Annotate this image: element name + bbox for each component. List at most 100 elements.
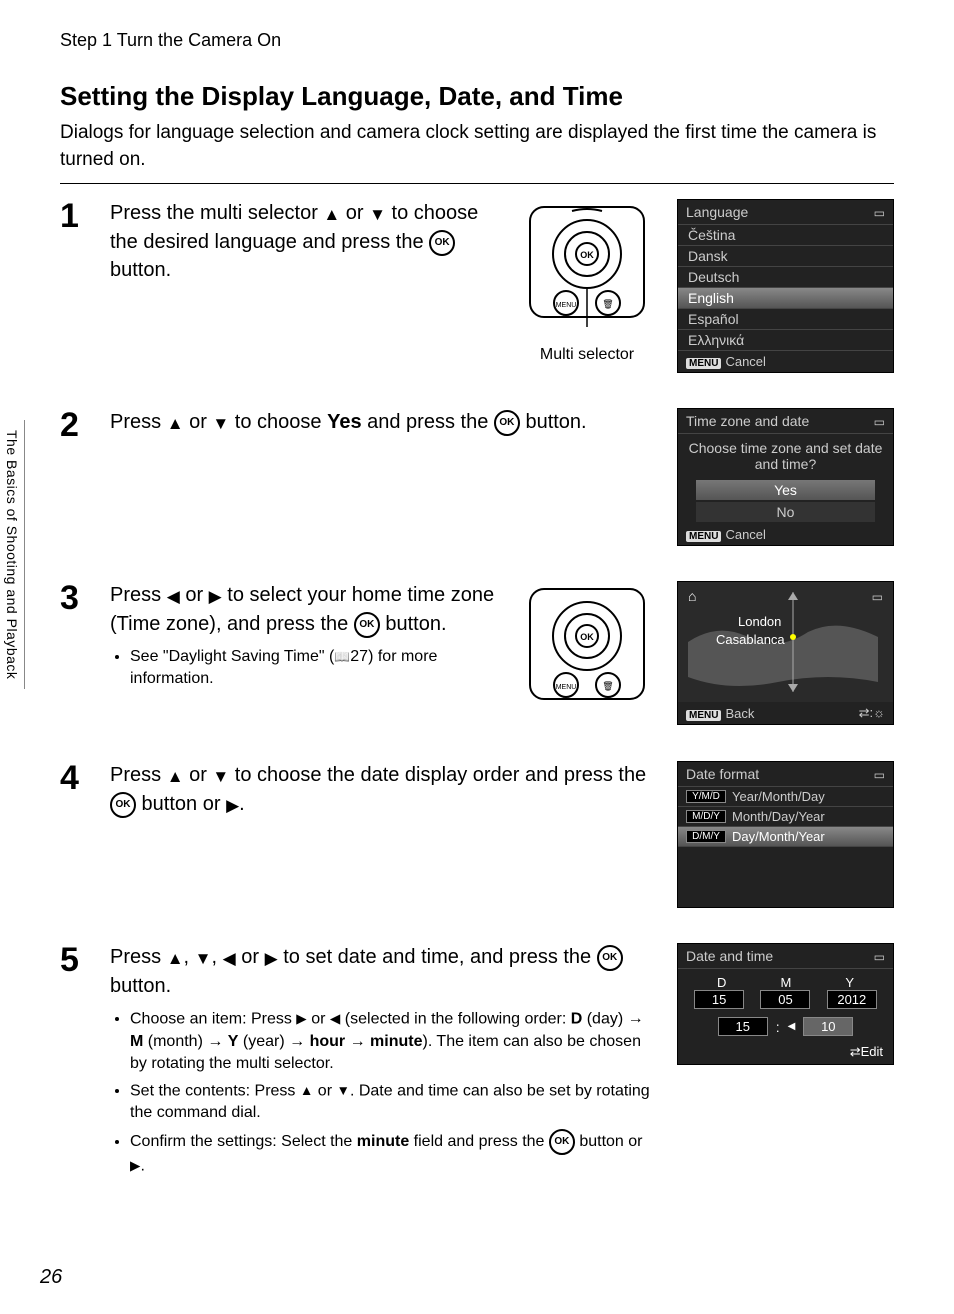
section-intro: Dialogs for language selection and camer… — [60, 120, 894, 173]
ok-button-icon: OK — [494, 410, 520, 436]
text: , — [211, 946, 222, 968]
text: button. — [380, 613, 447, 635]
text: button. — [110, 259, 171, 281]
step-3-bullet: See "Daylight Saving Time" (27) for more… — [130, 646, 497, 691]
multi-selector-label: Multi selector — [517, 346, 657, 364]
step-2-text: Press or to choose Yes and press the OK … — [110, 408, 657, 437]
y-col: Y — [845, 975, 854, 990]
lang-option: Ελληνικά — [678, 330, 893, 351]
text: . — [140, 1157, 144, 1174]
left-arrow-icon — [223, 944, 236, 972]
lcd-title: Date format — [686, 766, 759, 782]
text: or — [236, 946, 265, 968]
lcd-footer-label: Cancel — [725, 527, 765, 542]
text: or — [307, 1010, 330, 1027]
up-arrow-icon — [167, 409, 184, 437]
arrow-icon — [628, 1010, 644, 1027]
up-arrow-icon — [323, 200, 340, 228]
left-caret-icon: ◀ — [788, 1021, 796, 1032]
lcd-option-yes: Yes — [696, 480, 875, 500]
lang-option: Dansk — [678, 246, 893, 267]
divider — [60, 183, 894, 184]
text: and press the — [362, 411, 494, 433]
step-5-bullet-1: Choose an item: Press or (selected in th… — [130, 1008, 657, 1076]
text: Set the contents: Press — [130, 1082, 300, 1099]
step-1: 1 Press the multi selector or to choose … — [60, 199, 894, 373]
lcd-date-and-time: Date and time D M Y 15 05 2012 15 : ◀ — [677, 943, 894, 1065]
step-2: 2 Press or to choose Yes and press the O… — [60, 408, 894, 546]
lcd-footer-label: Cancel — [725, 354, 765, 369]
step-5-text: Press , , or to set date and time, and p… — [110, 943, 657, 1193]
step-3: 3 Press or to select your home time zone… — [60, 581, 894, 726]
svg-text:OK: OK — [580, 632, 594, 642]
text: Press the multi selector — [110, 202, 323, 224]
down-arrow-icon — [212, 762, 229, 790]
step-4-number: 4 — [60, 761, 90, 795]
down-arrow-icon — [212, 409, 229, 437]
battery-icon — [874, 948, 885, 964]
city-label: London — [738, 614, 781, 629]
section-title: Setting the Display Language, Date, and … — [60, 81, 894, 112]
arrow-icon — [345, 1033, 370, 1050]
lcd-title: Time zone and date — [686, 413, 809, 429]
month-value: 05 — [760, 990, 810, 1009]
minute-label: minute — [357, 1133, 409, 1150]
d-col: D — [717, 975, 726, 990]
text: . — [239, 793, 245, 815]
yes-word: Yes — [327, 411, 361, 433]
battery-icon — [874, 766, 885, 782]
d-label: D — [571, 1010, 583, 1027]
text: Press — [110, 946, 167, 968]
step-3-text: Press or to select your home time zone (… — [110, 581, 497, 707]
header-step: Step 1 Turn the Camera On — [60, 30, 894, 51]
step-4: 4 Press or to choose the date display or… — [60, 761, 894, 908]
text: See "Daylight Saving Time" ( — [130, 648, 334, 665]
date-format-option-selected: D/M/Y Day/Month/Year — [678, 827, 893, 847]
text: to choose — [229, 411, 327, 433]
text: Confirm the settings: Select the — [130, 1133, 357, 1150]
lang-option: Deutsch — [678, 267, 893, 288]
up-arrow-icon — [167, 762, 184, 790]
menu-tag: MENU — [686, 710, 721, 721]
right-arrow-icon — [296, 1008, 306, 1030]
right-arrow-icon — [265, 944, 278, 972]
menu-tag: MENU — [686, 358, 721, 369]
lcd-footer-label: Back — [725, 706, 754, 721]
lcd-option-no: No — [696, 502, 875, 522]
text: to choose the date display order and pre… — [229, 764, 646, 786]
dst-icon: ⇄:☼ — [859, 705, 885, 721]
edit-icon: ⇄ — [850, 1044, 861, 1059]
year-value: 2012 — [827, 990, 877, 1009]
battery-icon — [874, 413, 885, 429]
edit-label: Edit — [861, 1044, 883, 1059]
lang-option: Čeština — [678, 225, 893, 246]
hour-value: 15 — [718, 1017, 768, 1036]
format-badge: M/D/Y — [686, 810, 726, 823]
text: Press — [110, 584, 167, 606]
down-arrow-icon — [195, 944, 212, 972]
right-arrow-icon — [209, 582, 222, 610]
up-arrow-icon — [300, 1080, 313, 1102]
lcd-title: Language — [686, 204, 748, 220]
step-4-text: Press or to choose the date display orde… — [110, 761, 657, 818]
right-arrow-icon — [226, 791, 239, 819]
arrow-icon — [207, 1033, 227, 1050]
right-arrow-icon — [130, 1155, 140, 1177]
text: to set date and time, and press the — [278, 946, 597, 968]
date-format-option: Y/M/D Year/Month/Day — [678, 787, 893, 807]
text: button. — [110, 975, 171, 997]
page-number: 26 — [40, 1266, 62, 1289]
svg-text:🗑: 🗑 — [602, 681, 613, 691]
step-1-text: Press the multi selector or to choose th… — [110, 199, 497, 284]
lcd-timezone-prompt: Time zone and date Choose time zone and … — [677, 408, 894, 546]
lcd-date-format: Date format Y/M/D Year/Month/Day M/D/Y M… — [677, 761, 894, 908]
hour-label: hour — [310, 1033, 346, 1050]
down-arrow-icon — [336, 1080, 349, 1102]
step-5-bullet-3: Confirm the settings: Select the minute … — [130, 1129, 657, 1178]
menu-tag: MENU — [686, 531, 721, 542]
text: button. — [520, 411, 587, 433]
lcd-prompt: Choose time zone and set date and time? — [678, 434, 893, 478]
ok-button-icon: OK — [354, 612, 380, 638]
format-label: Year/Month/Day — [732, 789, 825, 804]
ok-button-icon: OK — [597, 945, 623, 971]
